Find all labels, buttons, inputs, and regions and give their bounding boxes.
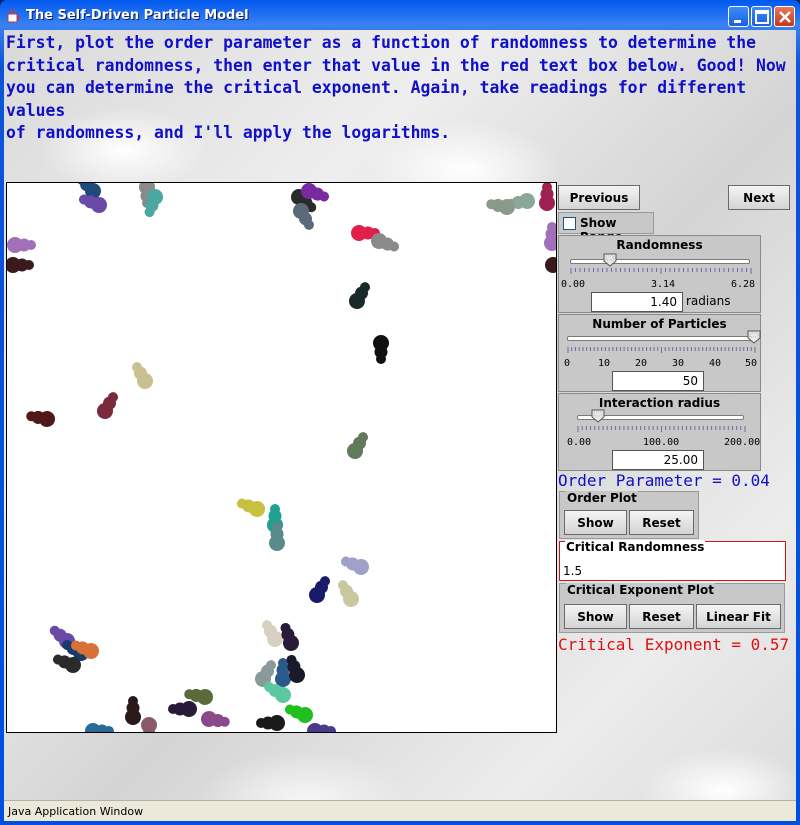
- show-range-control[interactable]: Show Range: [558, 212, 654, 244]
- particle: [201, 711, 230, 728]
- interaction-panel: Interaction radius 0.00 100.00 200.00 25…: [558, 393, 761, 471]
- particle: [256, 715, 285, 731]
- particle: [349, 282, 370, 309]
- close-icon: [779, 11, 791, 23]
- linear-fit-button[interactable]: Linear Fit: [696, 604, 781, 629]
- critical-exponent-plot-group: Critical Exponent Plot Show Reset Linear…: [559, 583, 785, 633]
- interaction-tick-mid: 100.00: [643, 437, 680, 448]
- simulation-canvas[interactable]: [6, 182, 557, 733]
- particle: [7, 237, 36, 253]
- instructions-line: critical randomness, then enter that val…: [6, 55, 786, 75]
- particle: [168, 701, 197, 717]
- particle: [307, 723, 336, 732]
- particle: [284, 704, 313, 723]
- randomness-field[interactable]: 1.40: [591, 292, 683, 312]
- critical-randomness-input[interactable]: 1.5: [563, 564, 582, 578]
- randomness-slider-thumb[interactable]: [603, 253, 617, 267]
- particles-tick-40: 40: [709, 358, 722, 369]
- close-button[interactable]: [774, 6, 795, 27]
- particle: [236, 498, 265, 517]
- critical-exponent-readout: Critical Exponent = 0.57: [558, 635, 790, 654]
- particles-tick-10: 10: [598, 358, 611, 369]
- particle: [373, 335, 389, 364]
- randomness-tick-max: 6.28: [731, 279, 756, 290]
- critical-exponent-plot-title: Critical Exponent Plot: [566, 583, 715, 597]
- order-plot-group: Order Plot Show Reset: [559, 491, 699, 539]
- particle: [26, 410, 55, 427]
- particles-field[interactable]: 50: [612, 371, 704, 391]
- particles-ticks: [567, 347, 756, 353]
- instructions-line: you can determine the critical exponent.…: [6, 78, 747, 120]
- maximize-button[interactable]: [751, 6, 772, 27]
- app-window: The Self-Driven Particle Model First, pl…: [0, 0, 800, 825]
- particle: [7, 257, 34, 273]
- interaction-ticks: [577, 426, 746, 432]
- interaction-tick-max: 200.00: [724, 437, 761, 448]
- order-plot-show-button[interactable]: Show: [564, 510, 627, 535]
- randomness-title: Randomness: [616, 238, 703, 252]
- particle: [97, 392, 118, 419]
- order-plot-reset-button[interactable]: Reset: [629, 510, 694, 535]
- minimize-icon: [734, 20, 741, 23]
- critical-exponent-show-button[interactable]: Show: [564, 604, 627, 629]
- order-parameter-readout: Order Parameter = 0.04: [558, 471, 770, 490]
- status-bar: Java Application Window: [4, 800, 796, 821]
- particle: [338, 580, 359, 607]
- interaction-field[interactable]: 25.00: [612, 450, 704, 470]
- particle: [347, 432, 368, 459]
- particle: [539, 183, 555, 211]
- maximize-icon: [755, 10, 769, 24]
- interaction-title: Interaction radius: [598, 396, 721, 410]
- critical-randomness-title: Critical Randomness: [565, 540, 706, 554]
- interaction-slider-thumb[interactable]: [591, 409, 605, 423]
- java-cup-icon: [7, 8, 20, 23]
- window-title: The Self-Driven Particle Model: [26, 8, 249, 23]
- particles-tick-0: 0: [564, 358, 571, 369]
- particle: [132, 362, 153, 389]
- interaction-tick-min: 0.00: [567, 437, 592, 448]
- randomness-track[interactable]: [570, 259, 750, 264]
- instructions-text: First, plot the order parameter as a fun…: [6, 32, 794, 145]
- previous-button[interactable]: Previous: [558, 185, 640, 210]
- particle: [125, 696, 141, 725]
- particles-layer: [7, 183, 556, 732]
- particles-tick-50: 50: [745, 358, 758, 369]
- critical-exponent-reset-button[interactable]: Reset: [629, 604, 694, 629]
- particle: [545, 257, 556, 273]
- randomness-ticks: [570, 268, 752, 274]
- randomness-tick-min: 0.00: [561, 279, 586, 290]
- particles-tick-30: 30: [672, 358, 685, 369]
- particle: [544, 222, 556, 251]
- particle: [85, 723, 114, 732]
- particle: [141, 717, 157, 732]
- minimize-button[interactable]: [728, 6, 749, 27]
- particles-tick-20: 20: [635, 358, 648, 369]
- critical-randomness-box: Critical Randomness 1.5: [559, 540, 786, 581]
- particle: [309, 576, 330, 603]
- randomness-unit: radians: [686, 294, 731, 308]
- show-range-checkbox[interactable]: [563, 217, 576, 230]
- order-plot-title: Order Plot: [566, 491, 638, 505]
- particles-slider-thumb[interactable]: [747, 330, 761, 344]
- instructions-line: of randomness, and I'll apply the logari…: [6, 123, 451, 142]
- status-text: Java Application Window: [8, 805, 144, 818]
- randomness-panel: Randomness 0.00 3.14 6.28 1.40 radians: [558, 235, 761, 313]
- instructions-line: First, plot the order parameter as a fun…: [6, 33, 756, 52]
- particle: [486, 198, 515, 215]
- next-button[interactable]: Next: [728, 185, 790, 210]
- particles-track[interactable]: [567, 336, 754, 341]
- title-bar[interactable]: The Self-Driven Particle Model: [0, 0, 800, 32]
- client-area: First, plot the order parameter as a fun…: [4, 30, 796, 821]
- particles-title: Number of Particles: [592, 317, 727, 331]
- randomness-tick-mid: 3.14: [651, 279, 676, 290]
- particle: [340, 556, 369, 575]
- particles-panel: Number of Particles 0 10 20 30 40 50 50: [558, 314, 761, 392]
